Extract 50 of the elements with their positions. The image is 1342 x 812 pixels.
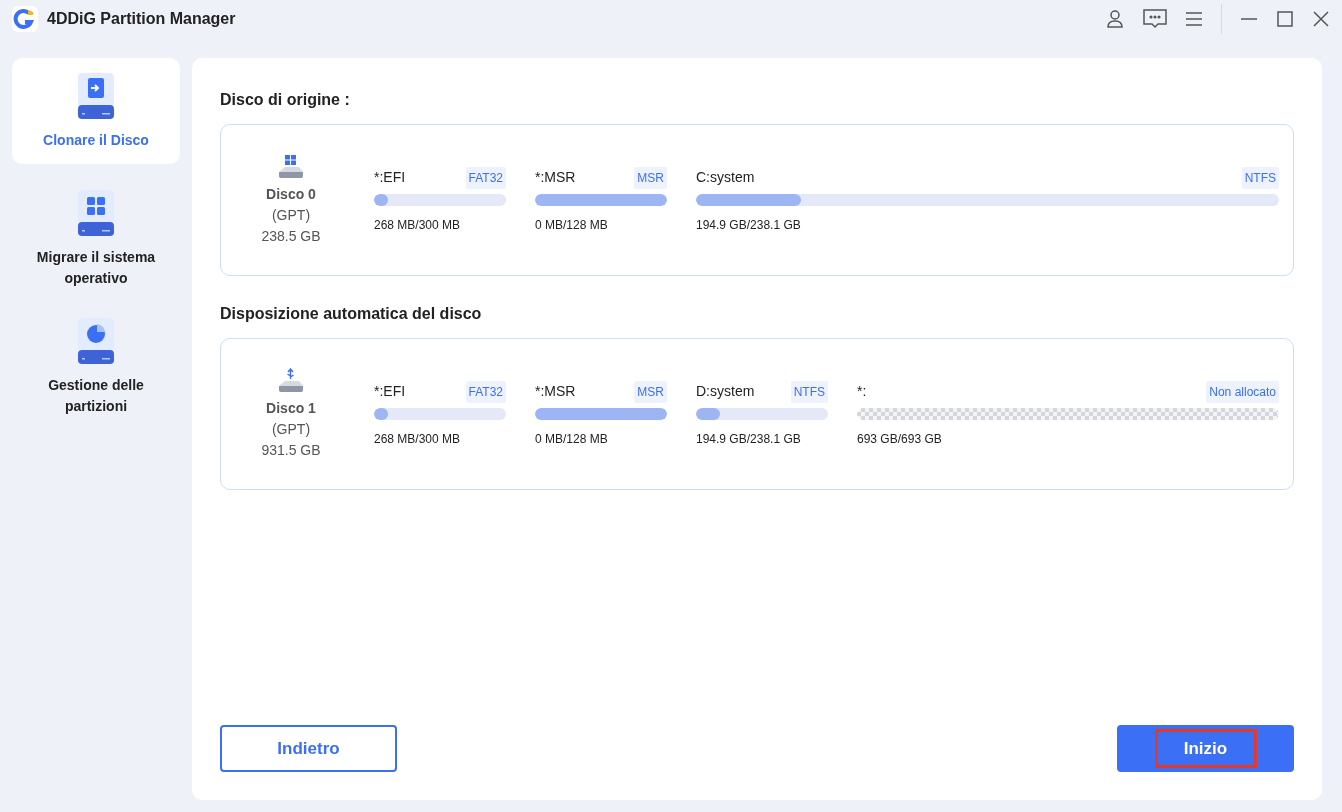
- partition-name: *:EFI: [374, 168, 406, 187]
- file-system-tag: MSR: [634, 380, 667, 403]
- partition-usage: 268 MB/300 MB: [374, 430, 462, 448]
- windows-drive-icon: [277, 153, 305, 180]
- window-title: 4DDiG Partition Manager: [47, 9, 236, 29]
- file-system-tag: NTFS: [790, 380, 828, 403]
- grid-drive-icon: [76, 189, 116, 237]
- close-icon[interactable]: [1312, 11, 1330, 27]
- disk-name: Disco 1: [266, 398, 316, 418]
- app-logo-icon: [12, 6, 38, 32]
- back-button[interactable]: Indietro: [220, 725, 397, 772]
- sidebar-item[interactable]: Gestione delle partizioni: [12, 314, 180, 420]
- pie-drive-icon: [76, 317, 116, 365]
- partition-usage: 0 MB/128 MB: [535, 430, 609, 448]
- partition-name: C:system: [696, 168, 755, 187]
- usb-drive-icon: [277, 367, 305, 394]
- disk-size: 931.5 GB: [261, 440, 321, 460]
- menu-icon[interactable]: [1185, 11, 1203, 27]
- disk-name: Disco 0: [266, 184, 316, 204]
- file-system-tag: FAT32: [465, 166, 506, 189]
- maximize-icon[interactable]: [1276, 11, 1294, 27]
- file-system-tag: MSR: [634, 166, 667, 189]
- partition-name: *:MSR: [535, 382, 576, 401]
- file-system-tag: NTFS: [1241, 166, 1279, 189]
- section-heading: Disco di origine :: [220, 90, 351, 110]
- feedback-icon[interactable]: [1143, 9, 1167, 29]
- partition-usage: 194.9 GB/238.1 GB: [696, 216, 802, 234]
- partition-usage: 194.9 GB/238.1 GB: [696, 430, 802, 448]
- sidebar-item-label: Gestione delle partizioni: [47, 376, 145, 416]
- file-system-tag: Non allocato: [1206, 380, 1279, 403]
- partition-usage: 0 MB/128 MB: [535, 216, 609, 234]
- partition-style: (GPT): [271, 419, 311, 439]
- section-heading: Disposizione automatica del disco: [220, 304, 483, 324]
- partition-name: *:EFI: [374, 382, 406, 401]
- partition-name: *:MSR: [535, 168, 576, 187]
- partition-name: *:: [857, 382, 867, 401]
- partition-style: (GPT): [271, 205, 311, 225]
- disk-size: 238.5 GB: [261, 226, 321, 246]
- sidebar-item[interactable]: Clonare il Disco: [12, 58, 180, 164]
- sidebar-item[interactable]: Migrare il sistema operativo: [12, 186, 180, 292]
- start-button-label: Inizio: [1154, 729, 1257, 768]
- file-system-tag: FAT32: [465, 380, 506, 403]
- partition-name: D:system: [696, 382, 755, 401]
- user-icon[interactable]: [1105, 9, 1125, 29]
- partition-usage: 693 GB/693 GB: [857, 430, 943, 448]
- partition-usage: 268 MB/300 MB: [374, 216, 462, 234]
- sidebar-item-label: Clonare il Disco: [43, 130, 149, 150]
- clone-drive-icon: [76, 71, 116, 120]
- start-button[interactable]: Inizio: [1117, 725, 1294, 772]
- sidebar-item-label: Migrare il sistema operativo: [35, 248, 157, 288]
